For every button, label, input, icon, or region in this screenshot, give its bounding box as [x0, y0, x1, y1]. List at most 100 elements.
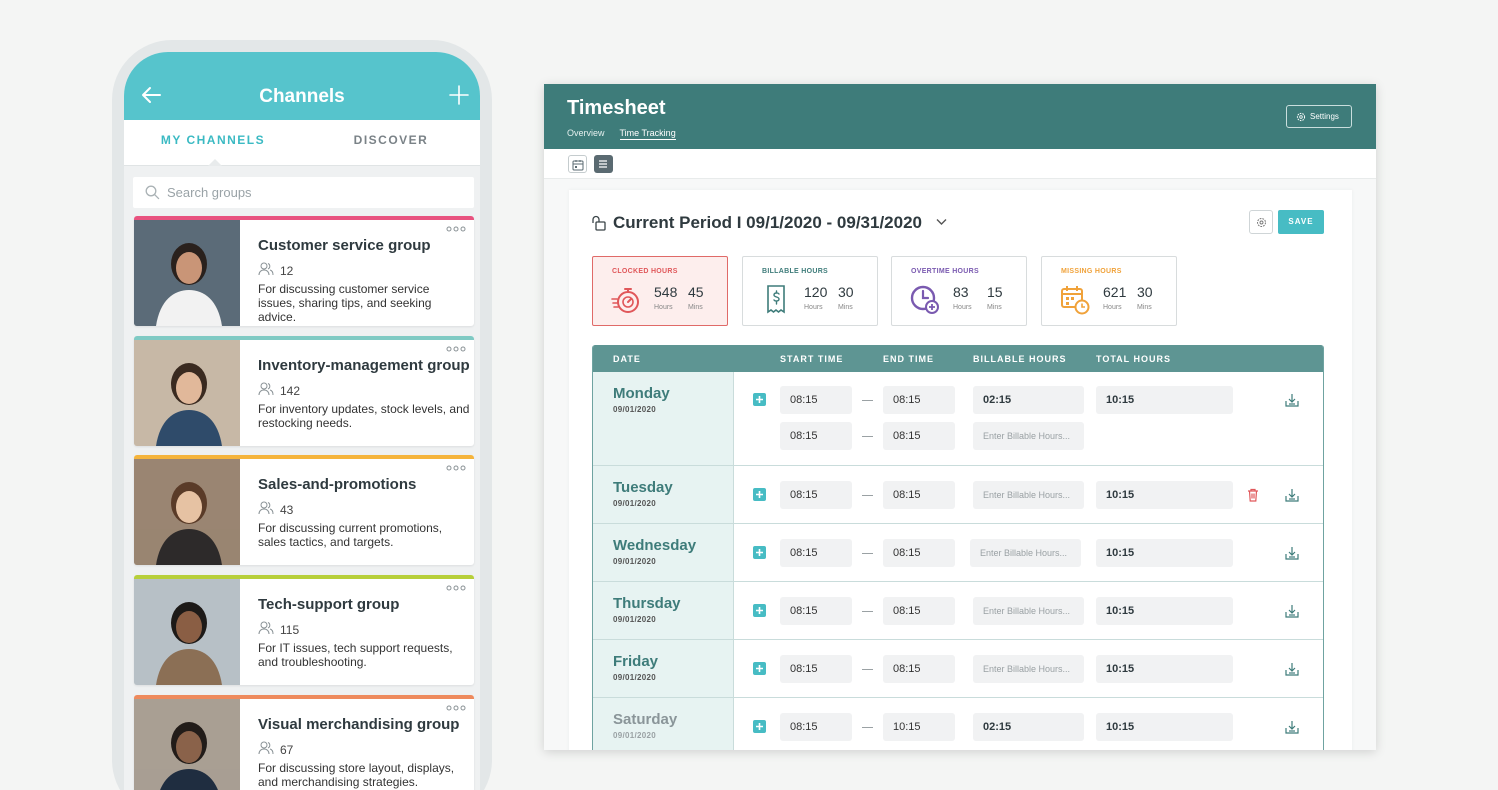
more-options-icon[interactable] — [446, 346, 466, 352]
total-hours-field[interactable]: 10:15 — [1096, 655, 1233, 683]
end-time-field[interactable]: 10:15 — [883, 713, 955, 741]
stat-label: MISSING HOURS — [1061, 268, 1122, 275]
billable-hours-field[interactable]: Enter Billable Hours... — [973, 481, 1084, 509]
group-card[interactable]: Customer service group 12 For discussing c… — [134, 216, 474, 326]
day-cell: Saturday 09/01/2020 — [593, 698, 734, 750]
stat-mins: 30 — [1137, 284, 1153, 300]
end-time-field[interactable]: 08:15 — [883, 386, 955, 414]
end-time-field[interactable]: 08:15 — [883, 481, 955, 509]
col-billable-hours: BILLABLE HOURS — [973, 354, 1067, 364]
day-name: Wednesday — [613, 537, 697, 554]
timesheet-header: Timesheet Overview Time Tracking Setting… — [544, 84, 1376, 149]
stat-mins: 15 — [987, 284, 1003, 300]
gear-icon — [1257, 218, 1266, 227]
start-time-field[interactable]: 08:15 — [780, 597, 852, 625]
panel-settings-button[interactable] — [1249, 210, 1273, 234]
group-card[interactable]: Inventory-management group 142 For invento… — [134, 336, 474, 446]
tab-discover[interactable]: DISCOVER — [302, 120, 480, 165]
day-date: 09/01/2020 — [613, 405, 657, 414]
add-icon[interactable] — [448, 84, 470, 106]
nav-overview[interactable]: Overview — [567, 128, 605, 140]
more-options-icon[interactable] — [446, 705, 466, 711]
settings-label: Settings — [1310, 112, 1339, 121]
start-time-field[interactable]: 08:15 — [780, 422, 852, 450]
billable-hours-field[interactable]: Enter Billable Hours... — [973, 597, 1084, 625]
billable-hours-field[interactable]: 02:15 — [973, 713, 1084, 741]
billable-hours-field[interactable]: Enter Billable Hours... — [973, 655, 1084, 683]
time-range-dash — [862, 611, 873, 612]
settings-button[interactable]: Settings — [1286, 105, 1352, 128]
add-entry-button[interactable] — [753, 393, 766, 406]
total-hours-field[interactable]: 10:15 — [1096, 539, 1233, 567]
end-time-field[interactable]: 08:15 — [883, 539, 955, 567]
add-entry-button[interactable] — [753, 546, 766, 559]
hours-unit: Hours — [654, 304, 673, 311]
group-photo — [134, 220, 240, 326]
start-time-field[interactable]: 08:15 — [780, 539, 852, 567]
total-hours-field[interactable]: 10:15 — [1096, 597, 1233, 625]
search-icon — [145, 185, 160, 200]
add-entry-button[interactable] — [753, 604, 766, 617]
timesheet-nav: Overview Time Tracking — [567, 128, 676, 140]
stat-card[interactable]: MISSING HOURS 621 30 Hours Mins — [1041, 256, 1177, 326]
total-hours-field[interactable]: 10:15 — [1096, 481, 1233, 509]
calendar-view-button[interactable] — [568, 155, 587, 173]
billable-hours-field[interactable]: 02:15 — [973, 386, 1084, 414]
billable-hours-field[interactable]: Enter Billable Hours... — [973, 422, 1084, 450]
members-icon — [258, 262, 274, 276]
end-time-field[interactable]: 08:15 — [883, 597, 955, 625]
start-time-field[interactable]: 08:15 — [780, 386, 852, 414]
stat-label: CLOCKED HOURS — [612, 268, 678, 275]
nav-time-tracking[interactable]: Time Tracking — [619, 128, 676, 140]
start-time-field[interactable]: 08:15 — [780, 713, 852, 741]
download-icon[interactable] — [1284, 545, 1300, 561]
group-name: Customer service group — [258, 237, 431, 254]
day-cell: Wednesday 09/01/2020 — [593, 524, 734, 581]
search-input[interactable] — [167, 177, 467, 208]
receipt-dollar-icon — [767, 285, 785, 314]
group-description: For discussing store layout, displays, a… — [258, 761, 455, 789]
stat-card[interactable]: BILLABLE HOURS 120 30 Hours Mins — [742, 256, 878, 326]
add-entry-button[interactable] — [753, 662, 766, 675]
add-entry-button[interactable] — [753, 720, 766, 733]
mins-unit: Mins — [838, 304, 853, 311]
group-photo — [134, 579, 240, 685]
list-icon — [599, 160, 607, 168]
trash-icon[interactable] — [1245, 487, 1261, 503]
download-icon[interactable] — [1284, 392, 1300, 408]
group-card[interactable]: Tech-support group 115 For IT issues, tech… — [134, 575, 474, 685]
download-icon[interactable] — [1284, 603, 1300, 619]
plus-icon — [756, 549, 763, 556]
member-count: 142 — [280, 384, 301, 398]
end-time-field[interactable]: 08:15 — [883, 655, 955, 683]
stat-hours: 120 — [804, 284, 828, 300]
more-options-icon[interactable] — [446, 465, 466, 471]
tab-my-channels[interactable]: MY CHANNELS — [124, 120, 302, 166]
search-groups-box — [133, 177, 474, 208]
more-options-icon[interactable] — [446, 585, 466, 591]
calendar-clock-icon — [1061, 286, 1090, 315]
group-card[interactable]: Sales-and-promotions 43 For discussing cur… — [134, 455, 474, 565]
save-button[interactable]: SAVE — [1278, 210, 1324, 234]
time-range-dash — [862, 669, 873, 670]
end-time-field[interactable]: 08:15 — [883, 422, 955, 450]
download-icon[interactable] — [1284, 661, 1300, 677]
members-icon — [258, 741, 274, 755]
list-view-button[interactable] — [594, 155, 613, 173]
download-icon[interactable] — [1284, 487, 1300, 503]
add-entry-button[interactable] — [753, 488, 766, 501]
col-date: DATE — [613, 354, 641, 364]
more-options-icon[interactable] — [446, 226, 466, 232]
total-hours-field[interactable]: 10:15 — [1096, 713, 1233, 741]
stat-card[interactable]: CLOCKED HOURS 548 45 Hours Mins — [592, 256, 728, 326]
stat-hours: 548 — [654, 284, 678, 300]
stat-card[interactable]: OVERTIME HOURS 83 15 Hours Mins — [891, 256, 1027, 326]
total-hours-field[interactable]: 10:15 — [1096, 386, 1233, 414]
start-time-field[interactable]: 08:15 — [780, 481, 852, 509]
billable-hours-field[interactable]: Enter Billable Hours... — [970, 539, 1081, 567]
download-icon[interactable] — [1284, 719, 1300, 735]
day-cell: Friday 09/01/2020 — [593, 640, 734, 697]
channels-header: Channels — [124, 52, 480, 120]
start-time-field[interactable]: 08:15 — [780, 655, 852, 683]
group-card[interactable]: Visual merchandising group 67 For discussi… — [134, 695, 474, 790]
